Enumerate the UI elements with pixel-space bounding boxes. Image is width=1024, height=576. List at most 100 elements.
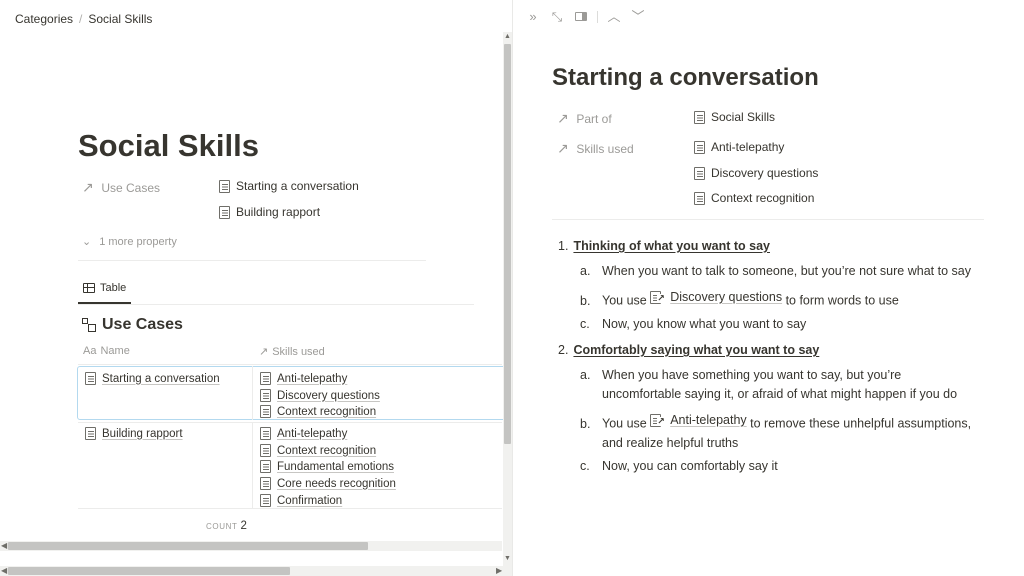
scrollbar-thumb[interactable] xyxy=(8,567,290,575)
skill-label: Anti-telepathy xyxy=(277,427,348,440)
sub-list-item[interactable]: c. Now, you can comfortably say it xyxy=(580,457,778,476)
scroll-right-arrow-icon[interactable]: ▶ xyxy=(496,566,502,576)
sub-list-item[interactable]: b. You use ↗ Anti-telepathy to remove thes… xyxy=(580,411,971,453)
relation-label: Social Skills xyxy=(711,110,776,124)
relation-item[interactable]: Anti-telepathy xyxy=(694,140,784,154)
table-horizontal-scrollbar[interactable]: ◀ xyxy=(0,541,502,551)
scroll-down-arrow-icon[interactable]: ▼ xyxy=(503,554,512,564)
page-icon xyxy=(219,205,230,219)
linked-database-icon xyxy=(82,317,98,333)
count-label: COUNT xyxy=(206,522,238,531)
row-name-cell[interactable]: Starting a conversation xyxy=(85,372,220,385)
relation-item[interactable]: Starting a conversation xyxy=(219,179,359,193)
property-name: Use Cases xyxy=(101,181,161,195)
text-type-icon: Aa xyxy=(83,345,97,357)
column-header-skills-used[interactable]: ↗ Skills used xyxy=(259,345,325,358)
scroll-left-arrow-icon[interactable]: ◀ xyxy=(1,541,7,551)
view-tab-table[interactable]: Table xyxy=(78,278,132,304)
skill-tag[interactable]: Context recognition xyxy=(260,444,376,457)
property-name: Part of xyxy=(576,112,612,126)
page-icon xyxy=(260,427,271,440)
property-part-of[interactable]: ↗ Part of xyxy=(557,111,612,126)
page-icon xyxy=(260,389,271,402)
breadcrumb-item-categories[interactable]: Categories xyxy=(15,12,73,26)
row-name: Building rapport xyxy=(102,427,183,440)
relation-label: Starting a conversation xyxy=(236,179,359,193)
relation-label: Context recognition xyxy=(711,191,815,205)
skill-label: Confirmation xyxy=(277,494,343,507)
list-text: and realize helpful truths xyxy=(602,435,739,450)
list-text: Now, you know what you want to say xyxy=(602,317,807,331)
page-icon xyxy=(260,494,271,507)
scrollbar-thumb[interactable] xyxy=(504,44,511,444)
page-mention[interactable]: ↗ Discovery questions xyxy=(650,288,782,307)
divider xyxy=(78,260,426,261)
page-icon xyxy=(694,191,705,205)
count-value: 2 xyxy=(240,520,247,532)
page-vertical-scrollbar[interactable]: ▲ ▼ xyxy=(503,32,512,566)
database-title[interactable]: Use Cases xyxy=(82,316,183,334)
column-label: Skills used xyxy=(272,346,325,358)
count-footer[interactable]: COUNT 2 xyxy=(206,516,247,534)
sub-list-item[interactable]: c. Now, you know what you want to say xyxy=(580,315,806,334)
scroll-left-arrow-icon[interactable]: ◀ xyxy=(1,566,7,576)
divider xyxy=(78,364,502,365)
relation-item[interactable]: Discovery questions xyxy=(694,166,818,180)
expand-icon[interactable]: ⤡ xyxy=(549,9,565,25)
list-text: When you have something you want to say,… xyxy=(602,368,902,382)
sub-list-item[interactable]: b. You use ↗ Discovery questions to form w… xyxy=(580,288,899,311)
divider xyxy=(252,423,253,508)
double-chevron-right-icon[interactable]: » xyxy=(525,9,541,25)
property-skills-used[interactable]: ↗ Skills used xyxy=(557,141,634,156)
skill-tag[interactable]: Context recognition xyxy=(260,405,376,418)
relation-item[interactable]: Social Skills xyxy=(694,110,775,124)
breadcrumb-separator: / xyxy=(79,12,83,26)
sub-list-item[interactable]: a. When you have something you want to sa… xyxy=(580,366,957,404)
numbered-list-item[interactable]: 1. Thinking of what you want to say xyxy=(558,239,770,253)
list-text: to form words to use xyxy=(785,293,899,308)
page-icon xyxy=(219,179,230,193)
numbered-list-item[interactable]: 2. Comfortably saying what you want to sa… xyxy=(558,343,819,357)
relation-item[interactable]: Context recognition xyxy=(694,191,814,205)
skill-tag[interactable]: Confirmation xyxy=(260,494,342,507)
page-icon xyxy=(260,405,271,418)
chevron-up-icon[interactable]: ︿ xyxy=(606,9,622,25)
skill-tag[interactable]: Anti-telepathy xyxy=(260,427,347,440)
arrow-up-right-icon: ↗ xyxy=(557,110,569,126)
list-text: Now, you can comfortably say it xyxy=(602,459,778,473)
relation-item[interactable]: Building rapport xyxy=(219,205,320,219)
page-icon xyxy=(260,460,271,473)
list-text: uncomfortable saying it, or afraid of wh… xyxy=(602,387,958,401)
property-use-cases[interactable]: ↗ Use Cases xyxy=(82,180,160,195)
chevron-down-icon: ⌄ xyxy=(82,236,92,248)
mention-label: Anti-telepathy xyxy=(670,413,747,427)
side-panel-icon[interactable] xyxy=(573,9,589,25)
chevron-down-icon[interactable]: ﹀ xyxy=(630,9,646,25)
view-tab-label: Table xyxy=(100,282,127,294)
side-peek-pane: » ⤡ ︿ ﹀ Starting a conversation ↗ Part o… xyxy=(512,0,1024,576)
list-marker: b. xyxy=(580,416,591,431)
peek-page-title[interactable]: Starting a conversation xyxy=(552,64,819,92)
relation-label: Building rapport xyxy=(236,205,321,219)
page-icon xyxy=(85,427,96,440)
sub-list-item[interactable]: a. When you want to talk to someone, but … xyxy=(580,262,971,281)
breadcrumb-item-social-skills[interactable]: Social Skills xyxy=(88,12,152,26)
list-number: 2. xyxy=(558,343,569,357)
skill-tag[interactable]: Discovery questions xyxy=(260,389,380,402)
divider xyxy=(78,508,502,509)
scrollbar-thumb[interactable] xyxy=(8,542,368,550)
page-horizontal-scrollbar[interactable]: ◀ ▶ xyxy=(0,566,512,576)
more-property-toggle[interactable]: ⌄ 1 more property xyxy=(82,235,177,248)
table-icon xyxy=(83,283,95,293)
column-header-name[interactable]: Aa Name xyxy=(83,345,130,357)
skill-tag[interactable]: Core needs recognition xyxy=(260,477,396,490)
page-mention[interactable]: ↗ Anti-telepathy xyxy=(650,411,747,430)
scroll-up-arrow-icon[interactable]: ▲ xyxy=(503,32,512,42)
page-title[interactable]: Social Skills xyxy=(78,128,259,164)
skill-tag[interactable]: Fundamental emotions xyxy=(260,460,394,473)
list-text: You use xyxy=(602,293,647,308)
mention-label: Discovery questions xyxy=(670,290,783,304)
list-text: to remove these unhelpful assumptions, xyxy=(750,416,972,431)
row-name-cell[interactable]: Building rapport xyxy=(85,427,183,440)
skill-tag[interactable]: Anti-telepathy xyxy=(260,372,347,385)
